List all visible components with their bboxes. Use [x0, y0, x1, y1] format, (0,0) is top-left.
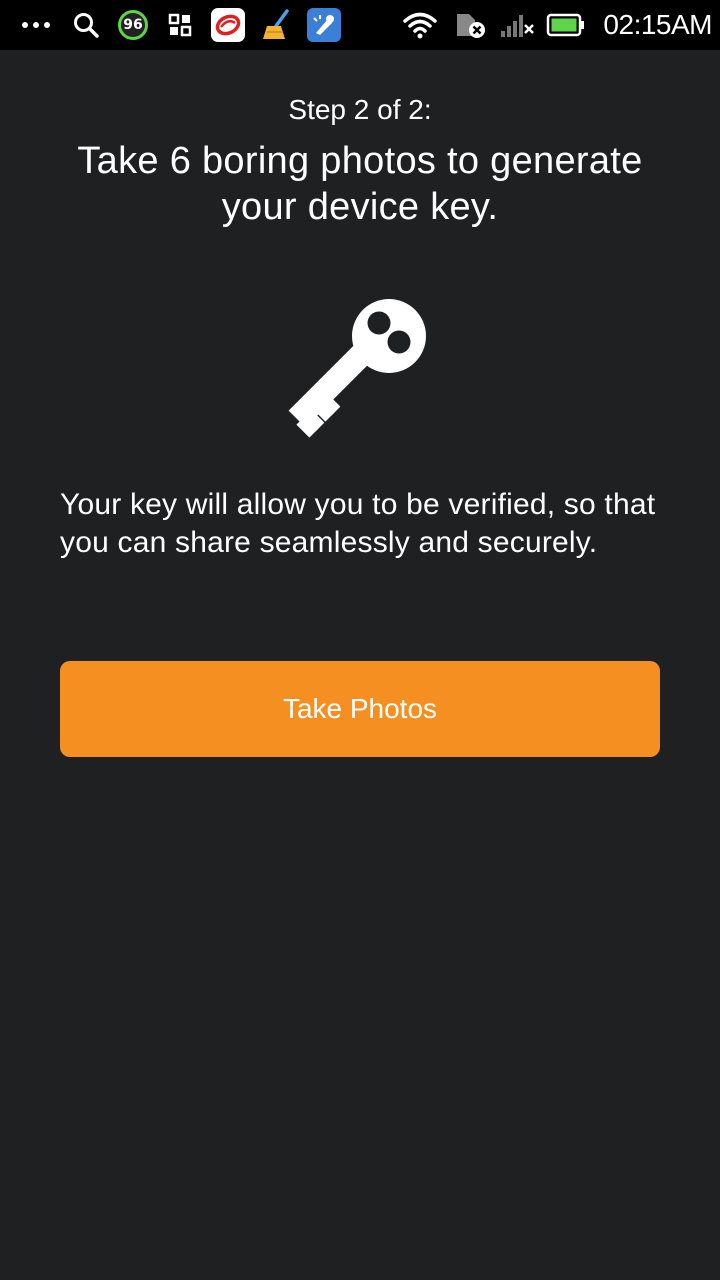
status-clock: 02:15AM [603, 9, 712, 40]
page-headline: Take 6 boring photos to generate your de… [77, 140, 643, 228]
step-indicator: Step 2 of 2: [288, 94, 432, 125]
broom-cleaner-icon [258, 0, 294, 50]
score-badge-value: 96 [118, 10, 148, 40]
blue-app-icon [306, 0, 342, 50]
sim-error-icon [452, 0, 488, 50]
overflow-dots-icon [16, 0, 56, 50]
red-app-icon [210, 0, 246, 50]
key-icon [280, 286, 440, 450]
battery-icon [546, 0, 586, 50]
key-description: Your key will allow you to be verified, … [60, 488, 656, 559]
signal-no-service-icon [498, 0, 536, 50]
score-badge-icon: 96 [114, 0, 152, 50]
take-photos-button[interactable]: Take Photos [60, 661, 660, 757]
search-icon [70, 0, 102, 50]
grid-icon [166, 0, 194, 50]
status-bar: 96 02:15AM [0, 0, 720, 50]
wifi-icon [402, 0, 438, 50]
